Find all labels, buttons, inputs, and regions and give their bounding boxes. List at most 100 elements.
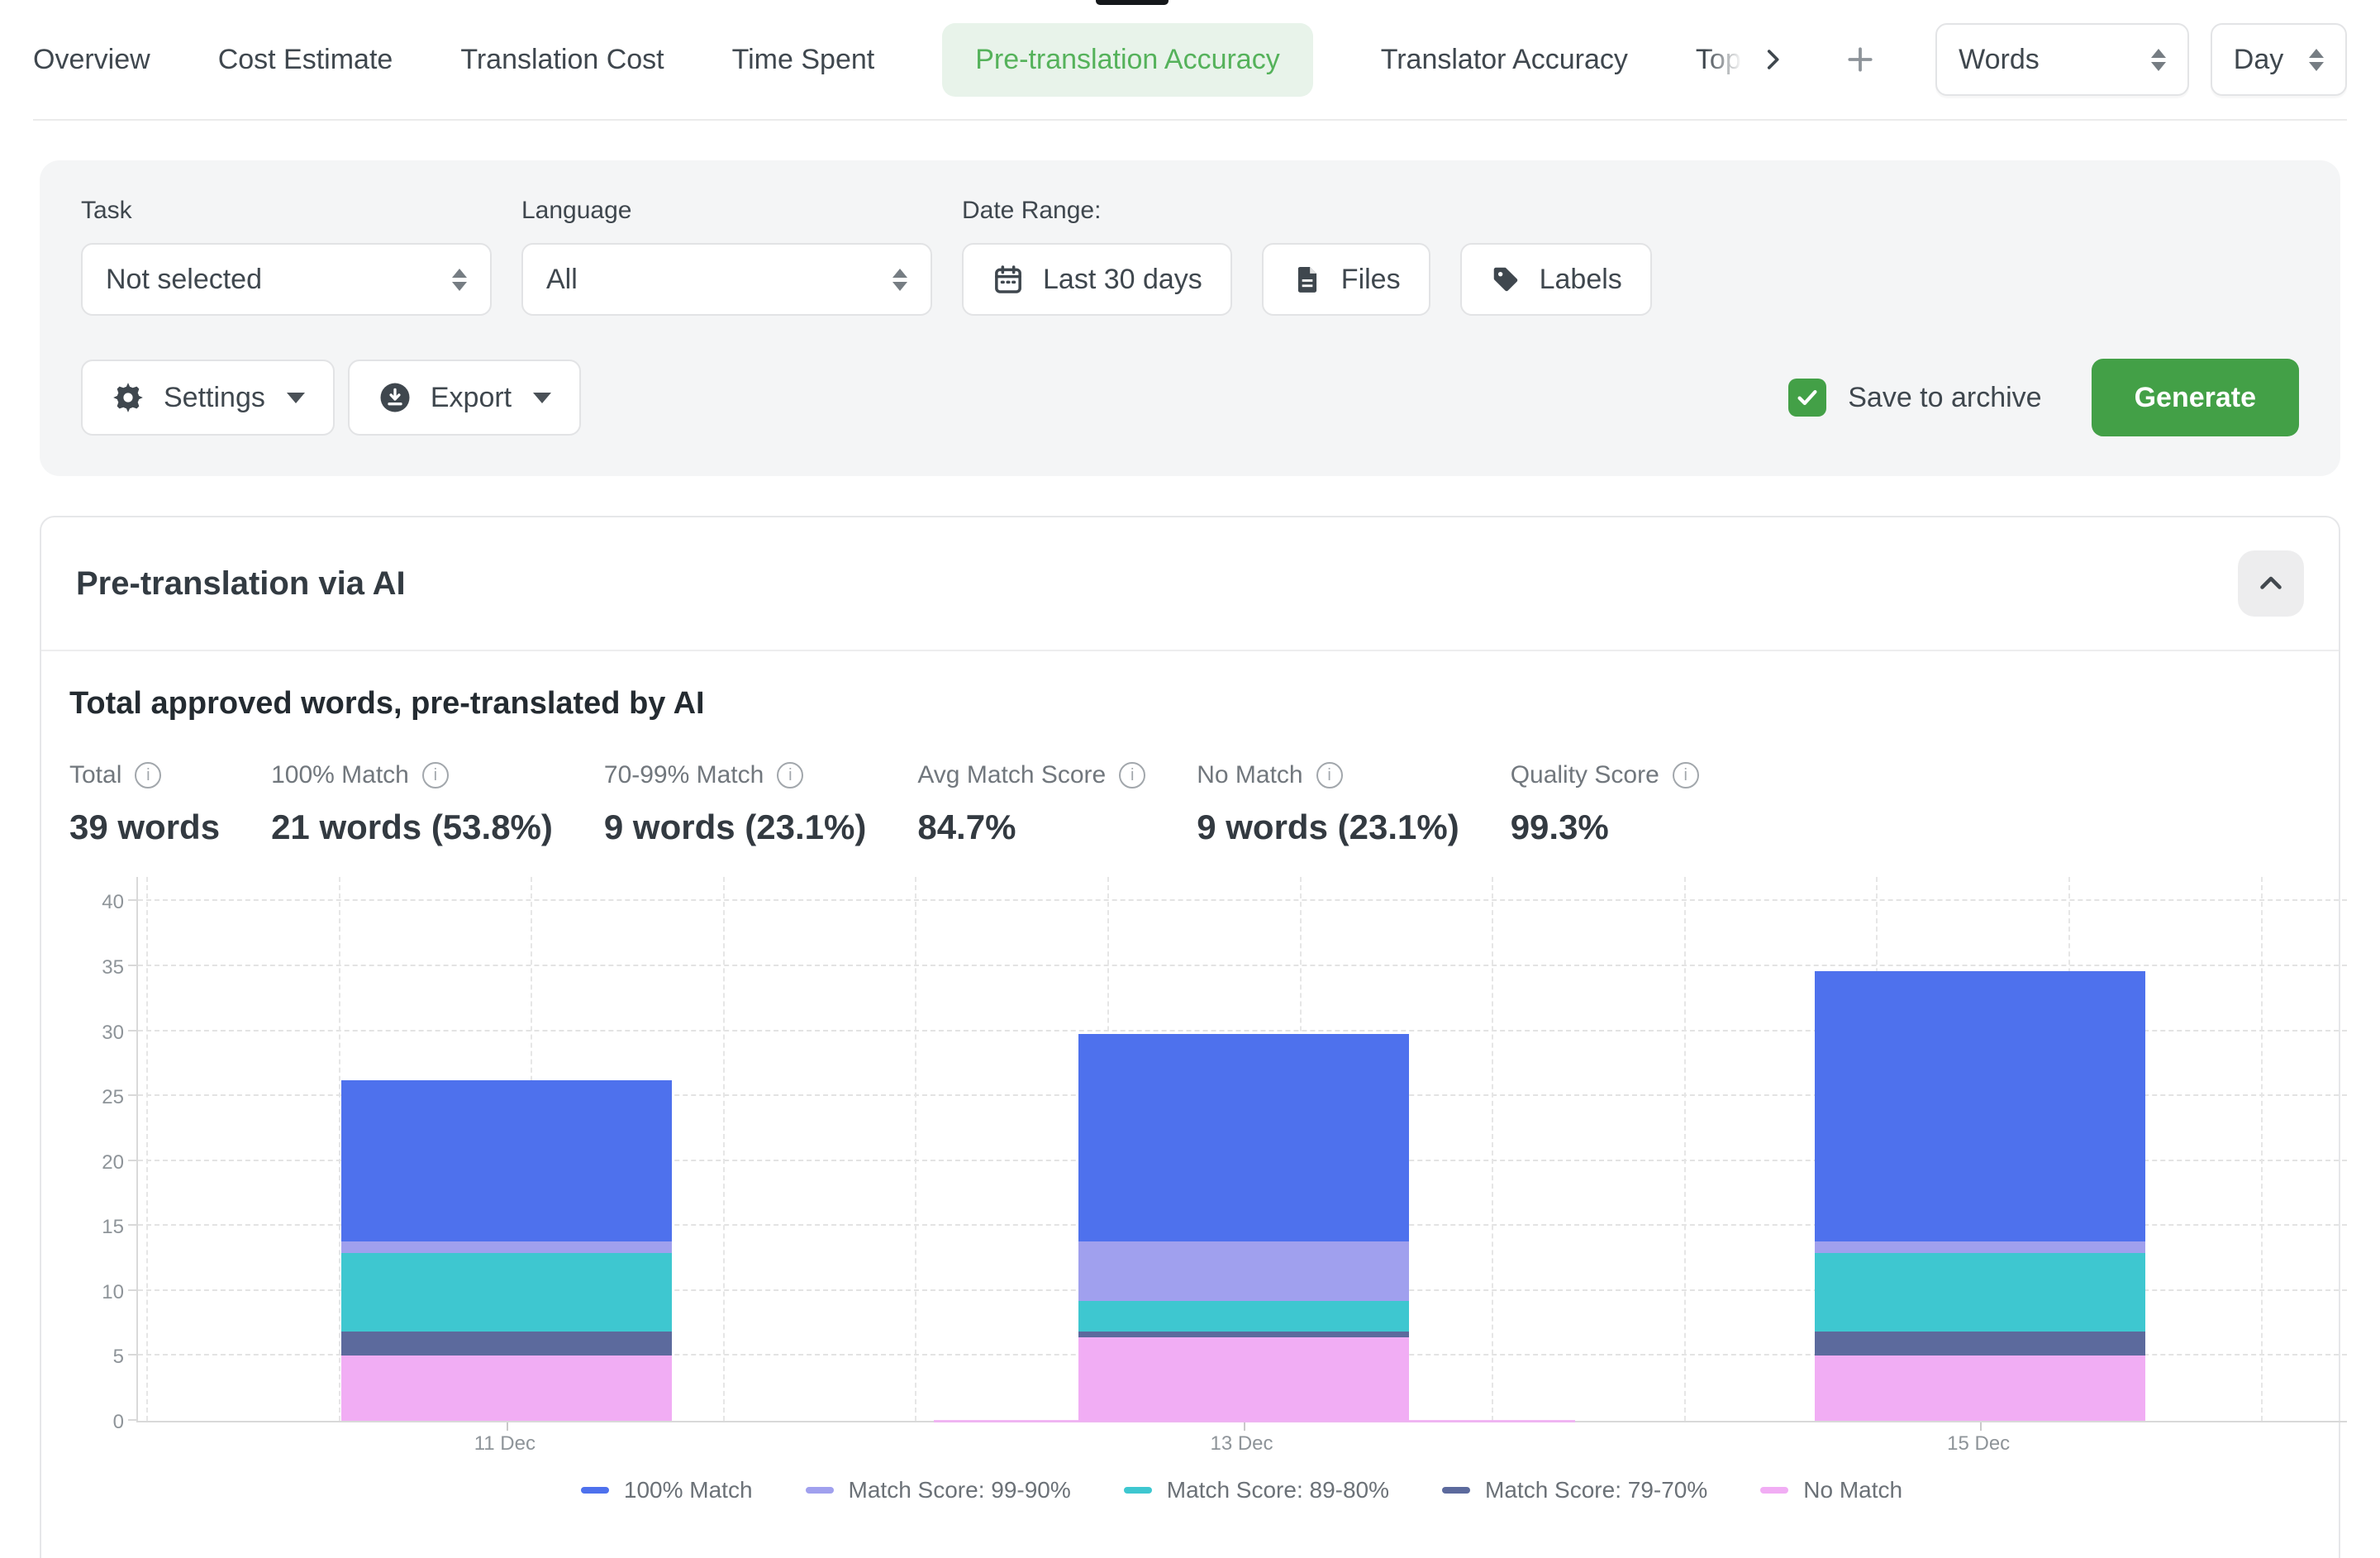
chevron-right-icon[interactable] — [1759, 45, 1787, 74]
download-circle-icon — [378, 380, 412, 415]
gridline-v — [146, 877, 148, 1421]
stat-label: 100% Match — [271, 761, 409, 789]
stat-label: Avg Match Score — [917, 761, 1106, 789]
generate-button[interactable]: Generate — [2092, 359, 2299, 436]
legend-label: Match Score: 79-70% — [1485, 1477, 1707, 1503]
tab-top-truncated[interactable]: Top — [1696, 44, 1742, 76]
x-tick-label: 13 Dec — [1210, 1432, 1273, 1456]
stats-row: Totali 39 words 100% Match i 21 words (53… — [69, 761, 2311, 847]
caret-updown-icon — [2309, 49, 2324, 71]
tab-cost-estimate[interactable]: Cost Estimate — [218, 44, 393, 76]
caret-down-icon — [533, 393, 551, 403]
bar-segment — [341, 1253, 672, 1331]
stat-avg-match-score: Avg Match Scorei 84.7% — [917, 761, 1145, 847]
x-tickmark — [507, 1422, 508, 1431]
task-select-value: Not selected — [106, 264, 262, 296]
chart-legend: 100% Match Match Score: 99-90% Match Score… — [136, 1477, 2347, 1503]
language-select[interactable]: All — [521, 243, 932, 316]
legend-item[interactable]: No Match — [1760, 1477, 1902, 1503]
bar-segment — [1078, 1332, 1409, 1338]
date-range-button[interactable]: Last 30 days — [962, 243, 1232, 316]
settings-button[interactable]: Settings — [81, 360, 335, 436]
files-button-label: Files — [1341, 264, 1401, 296]
gridline-v — [339, 877, 340, 1421]
info-icon[interactable]: i — [777, 762, 803, 789]
y-tickmark — [128, 1419, 138, 1421]
bar-segment — [1815, 1253, 2145, 1331]
stat-label: Quality Score — [1511, 761, 1659, 789]
language-label: Language — [521, 197, 932, 225]
bar-segment — [1815, 1356, 2145, 1421]
export-button[interactable]: Export — [348, 360, 581, 436]
check-icon — [1795, 385, 1820, 410]
caret-updown-icon — [2151, 49, 2166, 71]
stat-value: 21 words (53.8%) — [271, 808, 553, 847]
stat-quality-score: Quality Score i 99.3% — [1511, 761, 1699, 847]
period-select[interactable]: Day — [2211, 23, 2347, 96]
y-tick-label: 40 — [102, 891, 124, 914]
x-tick-label: 15 Dec — [1947, 1432, 2010, 1456]
gear-icon — [111, 380, 145, 415]
collapse-button[interactable] — [2238, 550, 2304, 617]
tab-overview[interactable]: Overview — [33, 44, 150, 76]
info-icon[interactable]: i — [1316, 762, 1343, 789]
unit-select-value: Words — [1959, 44, 2133, 76]
save-to-archive-checkbox[interactable] — [1788, 379, 1826, 417]
info-icon[interactable]: i — [135, 762, 161, 789]
task-select[interactable]: Not selected — [81, 243, 492, 316]
stat-total: Totali 39 words — [69, 761, 220, 847]
legend-swatch — [1760, 1487, 1788, 1494]
info-icon[interactable]: i — [1673, 762, 1699, 789]
y-tick-label: 0 — [113, 1411, 124, 1434]
legend-swatch — [1442, 1487, 1470, 1494]
legend-item[interactable]: 100% Match — [581, 1477, 753, 1503]
unit-select[interactable]: Words — [1935, 23, 2189, 96]
y-axis-labels: 0510152025303540 — [69, 877, 124, 1422]
y-tickmark — [128, 1030, 138, 1032]
gridline-v — [1492, 877, 1493, 1421]
bar-segment — [1815, 971, 2145, 1241]
card-title: Pre-translation via AI — [76, 565, 406, 603]
bar-segment — [341, 1241, 672, 1253]
gridline-v — [2261, 877, 2263, 1421]
tab-pre-translation-accuracy[interactable]: Pre-translation Accuracy — [942, 23, 1313, 97]
date-range-button-label: Last 30 days — [1043, 264, 1202, 296]
tab-translation-cost[interactable]: Translation Cost — [460, 44, 664, 76]
bar-segment — [1078, 1301, 1409, 1331]
info-icon[interactable]: i — [422, 762, 449, 789]
stat-value: 39 words — [69, 808, 220, 847]
x-tickmark — [1980, 1422, 1982, 1431]
bar-segment — [1078, 1241, 1409, 1301]
files-button[interactable]: Files — [1262, 243, 1430, 316]
save-to-archive-label[interactable]: Save to archive — [1848, 382, 2041, 414]
stat-label: 70-99% Match — [604, 761, 764, 789]
bar-segment — [1815, 1241, 2145, 1253]
tab-time-spent[interactable]: Time Spent — [732, 44, 875, 76]
stat-value: 99.3% — [1511, 808, 1699, 847]
tag-icon — [1490, 264, 1521, 295]
bar-segment — [341, 1332, 672, 1356]
y-tick-label: 25 — [102, 1086, 124, 1109]
info-icon[interactable]: i — [1119, 762, 1145, 789]
y-tick-label: 35 — [102, 956, 124, 979]
legend-item[interactable]: Match Score: 79-70% — [1442, 1477, 1707, 1503]
legend-item[interactable]: Match Score: 89-80% — [1124, 1477, 1389, 1503]
period-select-value: Day — [2234, 44, 2291, 76]
add-report-icon[interactable] — [1844, 44, 1876, 75]
legend-label: No Match — [1803, 1477, 1902, 1503]
export-button-label: Export — [431, 382, 512, 414]
legend-swatch — [806, 1487, 834, 1494]
bar-15-dec — [1815, 971, 2145, 1421]
legend-label: 100% Match — [624, 1477, 753, 1503]
gridline-v — [723, 877, 725, 1421]
section-title: Total approved words, pre-translated by … — [69, 686, 2311, 722]
legend-item[interactable]: Match Score: 99-90% — [806, 1477, 1071, 1503]
gridline-v — [915, 877, 916, 1421]
labels-button[interactable]: Labels — [1460, 243, 1652, 316]
y-tick-label: 20 — [102, 1151, 124, 1174]
y-tickmark — [128, 1094, 138, 1096]
y-tickmark — [128, 1224, 138, 1226]
caret-down-icon — [287, 393, 305, 403]
labels-button-label: Labels — [1540, 264, 1622, 296]
tab-translator-accuracy[interactable]: Translator Accuracy — [1381, 44, 1628, 76]
